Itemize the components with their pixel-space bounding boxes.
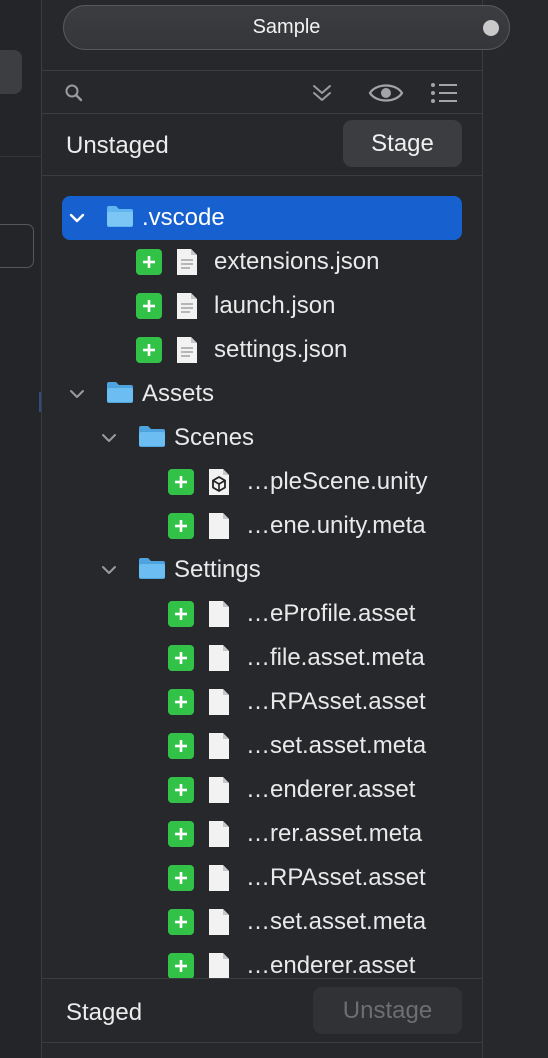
json-file-icon [177,249,197,275]
added-status-icon [136,293,162,319]
chevron-down-icon[interactable] [98,559,120,581]
tree-label: …enderer.asset [246,952,416,978]
tree-label: …eProfile.asset [246,600,416,627]
staged-section-header: Staged Unstage [42,978,482,1043]
tree-label: …RPAsset.asset [246,688,426,715]
tree-label: …set.asset.meta [246,732,427,759]
tree-file-settings-json[interactable]: settings.json [62,328,462,372]
file-icon [209,689,229,715]
file-icon [209,601,229,627]
tree-label: Assets [142,380,215,407]
chevron-down-icon[interactable] [98,427,120,449]
unstage-button[interactable]: Unstage [313,987,462,1034]
stage-button[interactable]: Stage [343,120,462,167]
tree-file-settings-5[interactable]: …enderer.asset [62,768,462,812]
added-status-icon [168,601,194,627]
added-status-icon [168,909,194,935]
tree-label: launch.json [214,292,336,319]
added-status-icon [168,689,194,715]
background-accent [39,392,41,412]
added-status-icon [168,953,194,978]
background-chip [0,50,22,94]
tree-file-settings-1[interactable]: …eProfile.asset [62,592,462,636]
branch-selector-button[interactable]: Sample [63,5,510,50]
background-divider [0,156,41,157]
added-status-icon [168,865,194,891]
tree-label: …pleScene.unity [246,468,428,495]
tree-folder-scenes[interactable]: Scenes [62,416,462,460]
file-icon [209,645,229,671]
added-status-icon [168,733,194,759]
collapse-all-icon[interactable] [310,81,334,105]
tree-label: Scenes [174,424,255,451]
json-file-icon [177,337,197,363]
added-status-icon [168,777,194,803]
tree-file-settings-4[interactable]: …set.asset.meta [62,724,462,768]
tree-label: …rer.asset.meta [246,820,423,847]
added-status-icon [136,337,162,363]
added-status-icon [168,469,194,495]
unstaged-title: Unstaged [66,132,169,159]
folder-icon [139,558,165,579]
tree-label: …ene.unity.meta [246,512,426,539]
tree-folder-assets[interactable]: Assets [62,372,462,416]
staged-title: Staged [66,999,143,1026]
chevron-down-icon[interactable] [66,207,88,229]
unity-file-icon [209,469,229,495]
status-dot-icon [483,20,499,36]
tree-label: extensions.json [214,248,380,275]
added-status-icon [168,513,194,539]
tree-label: …set.asset.meta [246,908,427,935]
tree-label: …enderer.asset [246,776,416,803]
chevron-down-icon[interactable] [66,383,88,405]
list-icon[interactable] [430,82,458,104]
tree-file-settings-7[interactable]: …RPAsset.asset [62,856,462,900]
tree-folder-vscode[interactable]: .vscode [62,196,462,240]
json-file-icon [177,293,197,319]
tree-file-launch-json[interactable]: launch.json [62,284,462,328]
tree-label: …RPAsset.asset [246,864,426,891]
file-tree: .vscode extensions.json launch.json sett… [42,176,482,978]
tree-folder-settings[interactable]: Settings [62,548,462,592]
search-icon[interactable] [64,83,86,105]
background-box [0,224,34,268]
tree-label: Settings [174,556,261,583]
added-status-icon [168,645,194,671]
file-icon [209,865,229,891]
branch-label: Sample [252,16,321,38]
tree-file-scene-unity[interactable]: …pleScene.unity [62,460,462,504]
unstaged-section-header: Unstaged Stage [42,114,482,176]
eye-icon[interactable] [368,81,404,105]
right-background [483,70,548,1058]
file-icon [209,909,229,935]
folder-icon [139,426,165,447]
tree-label: .vscode [142,204,225,231]
file-icon [209,953,229,978]
tree-file-settings-2[interactable]: …file.asset.meta [62,636,462,680]
file-icon [209,777,229,803]
added-status-icon [136,249,162,275]
folder-icon [107,382,133,403]
toolbar [42,70,482,114]
tree-file-settings-9[interactable]: …enderer.asset [62,944,462,978]
tree-file-settings-6[interactable]: …rer.asset.meta [62,812,462,856]
folder-icon [107,206,133,227]
tree-file-scene-meta[interactable]: …ene.unity.meta [62,504,462,548]
file-icon [209,733,229,759]
file-icon [209,821,229,847]
tree-file-settings-3[interactable]: …RPAsset.asset [62,680,462,724]
tree-file-settings-8[interactable]: …set.asset.meta [62,900,462,944]
added-status-icon [168,821,194,847]
file-icon [209,513,229,539]
tree-label: settings.json [214,336,348,363]
tree-label: …file.asset.meta [246,644,425,671]
tree-file-extensions-json[interactable]: extensions.json [62,240,462,284]
background-window [0,0,42,1058]
